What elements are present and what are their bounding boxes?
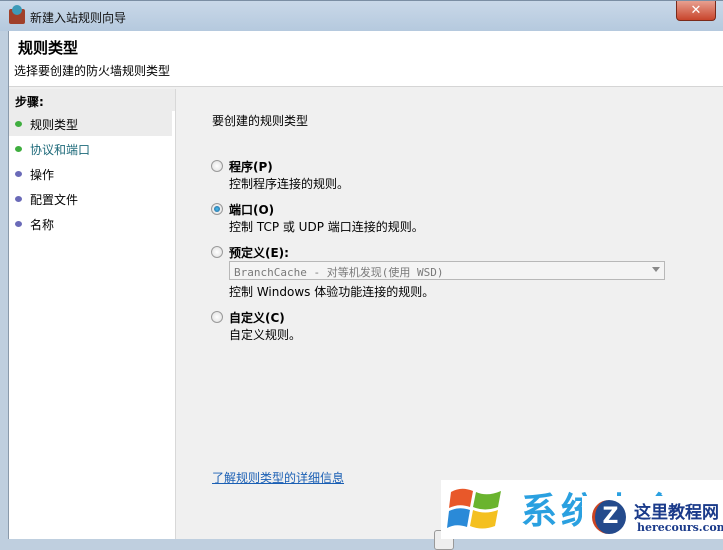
watermark-logo: 系统大全 Z 这里教程网 herecours.com [441,480,723,539]
step-name[interactable]: 名称 [9,211,175,236]
option-label: 程序(P) [229,160,273,174]
step-done-icon [15,121,22,127]
main-panel: 要创建的规则类型 程序(P) 控制程序连接的规则。 端口(O) 控制 TCP 或… [185,89,723,550]
radio-program[interactable] [211,160,223,172]
page-subtitle: 选择要创建的防火墙规则类型 [14,64,171,78]
select-value: BranchCache - 对等机发现(使用 WSD) [234,266,444,279]
step-done-icon [15,146,22,152]
predefined-select[interactable]: BranchCache - 对等机发现(使用 WSD) [229,261,665,280]
step-label: 配置文件 [30,193,79,207]
firewall-icon [9,5,25,24]
badge-logo-icon: Z [592,500,626,534]
step-pending-icon [15,221,22,227]
title-bar: 新建入站规则向导 ✕ [0,0,723,31]
badge-text: 这里教程网 [634,503,719,523]
step-pending-icon [15,171,22,177]
radio-predefined[interactable] [211,246,223,258]
windows-logo-icon [447,488,501,529]
steps-panel: 步骤: 规则类型 协议和端口 操作 配置文件 名称 [9,89,176,539]
step-rule-type[interactable]: 规则类型 [9,111,172,136]
badge-url: herecours.com [637,521,723,534]
watermark-badge: Z 这里教程网 herecours.com [582,496,723,539]
close-button[interactable]: ✕ [676,1,716,21]
step-action[interactable]: 操作 [9,161,175,186]
chevron-down-icon [652,267,660,276]
radio-custom[interactable] [211,311,223,323]
option-label: 自定义(C) [229,311,285,325]
step-label: 名称 [30,218,55,232]
option-desc: 控制程序连接的规则。 [229,177,350,191]
page-title: 规则类型 [18,39,79,57]
wizard-client: 规则类型 选择要创建的防火墙规则类型 步骤: 规则类型 协议和端口 操作 配置文… [8,31,723,550]
step-label: 操作 [30,168,55,182]
option-label: 端口(O) [229,203,275,217]
radio-port[interactable] [211,203,223,215]
steps-heading: 步骤: [9,89,175,111]
option-desc: 自定义规则。 [229,328,302,342]
learn-more-link[interactable]: 了解规则类型的详细信息 [212,469,344,486]
option-desc: 控制 Windows 体验功能连接的规则。 [229,285,435,299]
step-pending-icon [15,196,22,202]
option-desc: 控制 TCP 或 UDP 端口连接的规则。 [229,220,424,234]
rule-type-question: 要创建的规则类型 [212,114,309,128]
wizard-header: 规则类型 选择要创建的防火墙规则类型 [9,31,723,87]
step-profile[interactable]: 配置文件 [9,186,175,211]
step-label: 规则类型 [30,118,79,132]
step-label: 协议和端口 [30,143,91,157]
option-label: 预定义(E): [229,246,289,260]
window-title: 新建入站规则向导 [30,11,127,25]
step-protocol-ports[interactable]: 协议和端口 [9,136,175,161]
